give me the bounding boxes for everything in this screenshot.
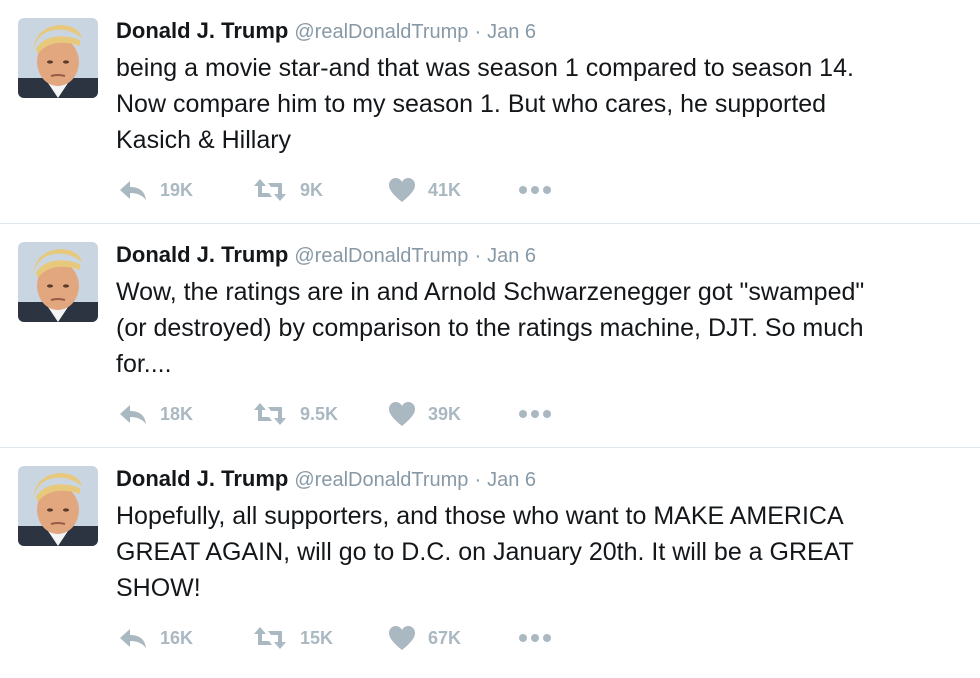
tweet-actions: 19K 9K 41K <box>116 172 576 208</box>
author-name[interactable]: Donald J. Trump <box>116 242 288 267</box>
tweet[interactable]: Donald J. Trump @realDonaldTrump · Jan 6 be… <box>0 0 980 224</box>
author-name[interactable]: Donald J. Trump <box>116 18 288 43</box>
retweet-count: 15K <box>300 627 334 648</box>
retweet-icon <box>254 403 286 425</box>
tweet-text: Wow, the ratings are in and Arnold Schwa… <box>116 278 865 378</box>
avatar-portrait-icon <box>18 242 98 322</box>
avatar[interactable] <box>18 466 98 546</box>
avatar-portrait-icon <box>18 18 98 98</box>
retweet-button[interactable]: 9K <box>252 172 323 208</box>
retweet-count: 9K <box>300 179 324 200</box>
reply-count: 16K <box>160 627 194 648</box>
avatar[interactable] <box>18 18 98 98</box>
tweet-actions: 18K 9.5K 39K <box>116 396 576 432</box>
author-handle[interactable]: @realDonaldTrump <box>294 21 468 43</box>
tweet-date[interactable]: Jan 6 <box>487 21 536 43</box>
heart-icon <box>389 178 415 202</box>
more-dots-icon <box>519 410 551 418</box>
more-button[interactable] <box>518 620 552 656</box>
retweet-count: 9.5K <box>300 403 339 424</box>
retweet-button[interactable]: 9.5K <box>252 396 338 432</box>
heart-icon <box>389 626 415 650</box>
tweet[interactable]: Donald J. Trump @realDonaldTrump · Jan 6 Ho… <box>0 448 980 672</box>
tweet-actions: 16K 15K 67K <box>116 620 576 656</box>
tweet[interactable]: Donald J. Trump @realDonaldTrump · Jan 6 Wo… <box>0 224 980 448</box>
tweet-date[interactable]: Jan 6 <box>487 469 536 491</box>
tweet-header: Donald J. Trump @realDonaldTrump · Jan 6 <box>116 240 536 270</box>
author-handle[interactable]: @realDonaldTrump <box>294 245 468 267</box>
tweet-date[interactable]: Jan 6 <box>487 245 536 267</box>
like-button[interactable]: 39K <box>388 396 461 432</box>
author-handle[interactable]: @realDonaldTrump <box>294 469 468 491</box>
retweet-button[interactable]: 15K <box>252 620 333 656</box>
tweet-header: Donald J. Trump @realDonaldTrump · Jan 6 <box>116 464 536 494</box>
tweet-text: being a movie star-and that was season 1… <box>116 54 854 154</box>
retweet-icon <box>254 179 286 201</box>
more-dots-icon <box>519 186 551 194</box>
reply-icon <box>120 629 146 648</box>
author-name[interactable]: Donald J. Trump <box>116 466 288 491</box>
tweet-text: Hopefully, all supporters, and those who… <box>116 502 854 602</box>
separator-dot: · <box>474 21 482 43</box>
like-count: 39K <box>428 403 462 424</box>
heart-icon <box>389 402 415 426</box>
reply-count: 18K <box>160 403 194 424</box>
like-count: 41K <box>428 179 462 200</box>
separator-dot: · <box>474 469 482 491</box>
tweet-feed: Donald J. Trump @realDonaldTrump · Jan 6 be… <box>0 0 980 678</box>
retweet-icon <box>254 627 286 649</box>
more-button[interactable] <box>518 396 552 432</box>
reply-icon <box>120 405 146 424</box>
more-dots-icon <box>519 634 551 642</box>
more-button[interactable] <box>518 172 552 208</box>
like-count: 67K <box>428 627 462 648</box>
reply-button[interactable]: 16K <box>118 620 193 656</box>
reply-icon <box>120 181 146 200</box>
avatar[interactable] <box>18 242 98 322</box>
tweet-header: Donald J. Trump @realDonaldTrump · Jan 6 <box>116 16 536 46</box>
reply-button[interactable]: 19K <box>118 172 193 208</box>
reply-count: 19K <box>160 179 194 200</box>
avatar-portrait-icon <box>18 466 98 546</box>
separator-dot: · <box>474 245 482 267</box>
like-button[interactable]: 67K <box>388 620 461 656</box>
like-button[interactable]: 41K <box>388 172 461 208</box>
reply-button[interactable]: 18K <box>118 396 193 432</box>
